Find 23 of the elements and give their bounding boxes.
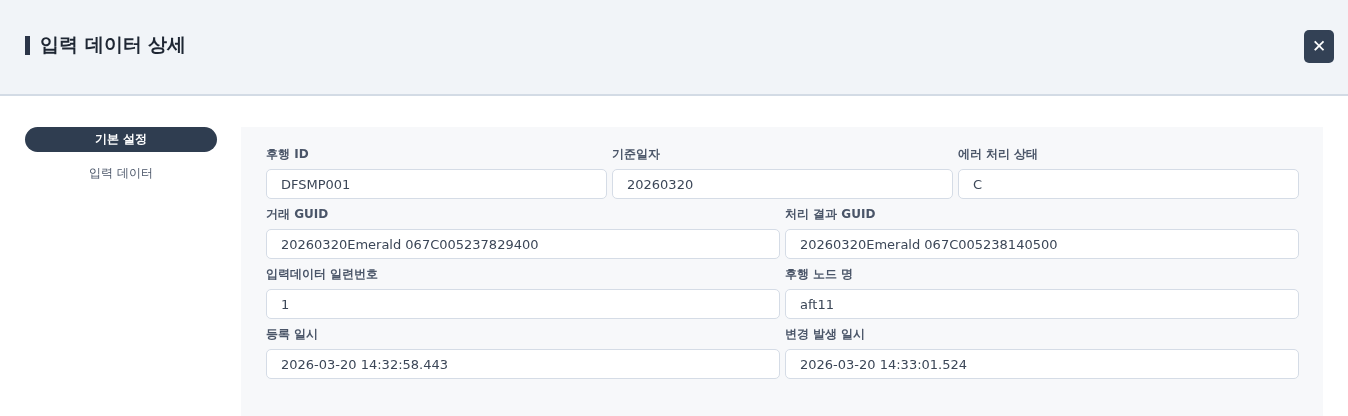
field-label: 거래 GUID [266,206,330,223]
field-label: 에러 처리 상태 [958,146,1040,163]
field-label: 후행 ID [266,146,310,163]
field-label: 입력데이터 일련번호 [266,266,380,283]
dialog-title: 입력 데이터 상세 [40,32,187,57]
input-field[interactable]: aft11 [785,289,1299,319]
input-field[interactable]: 20260320 [612,169,953,199]
input-field[interactable]: 2026-03-20 14:32:58.443 [266,349,780,379]
field-label: 변경 발생 일시 [785,326,867,343]
field-label: 처리 결과 GUID [785,206,877,223]
sidebar-tab[interactable]: 입력 데이터 [25,161,217,186]
input-field[interactable]: 1 [266,289,780,319]
input-field[interactable]: 20260320Emerald 067C005238140500 [785,229,1299,259]
close-button[interactable]: ✕ [1304,29,1334,63]
field-label: 후행 노드 명 [785,266,855,283]
field-label: 기준일자 [612,146,661,163]
sidebar-tab[interactable]: 기본 설정 [25,127,217,152]
input-field[interactable]: 20260320Emerald 067C005237829400 [266,229,780,259]
title-accent-bar [25,35,30,55]
field-label: 등록 일시 [266,326,320,343]
input-field[interactable]: DFSMP001 [266,169,607,199]
input-field[interactable]: 2026-03-20 14:33:01.524 [785,349,1299,379]
input-field[interactable]: C [958,169,1299,199]
